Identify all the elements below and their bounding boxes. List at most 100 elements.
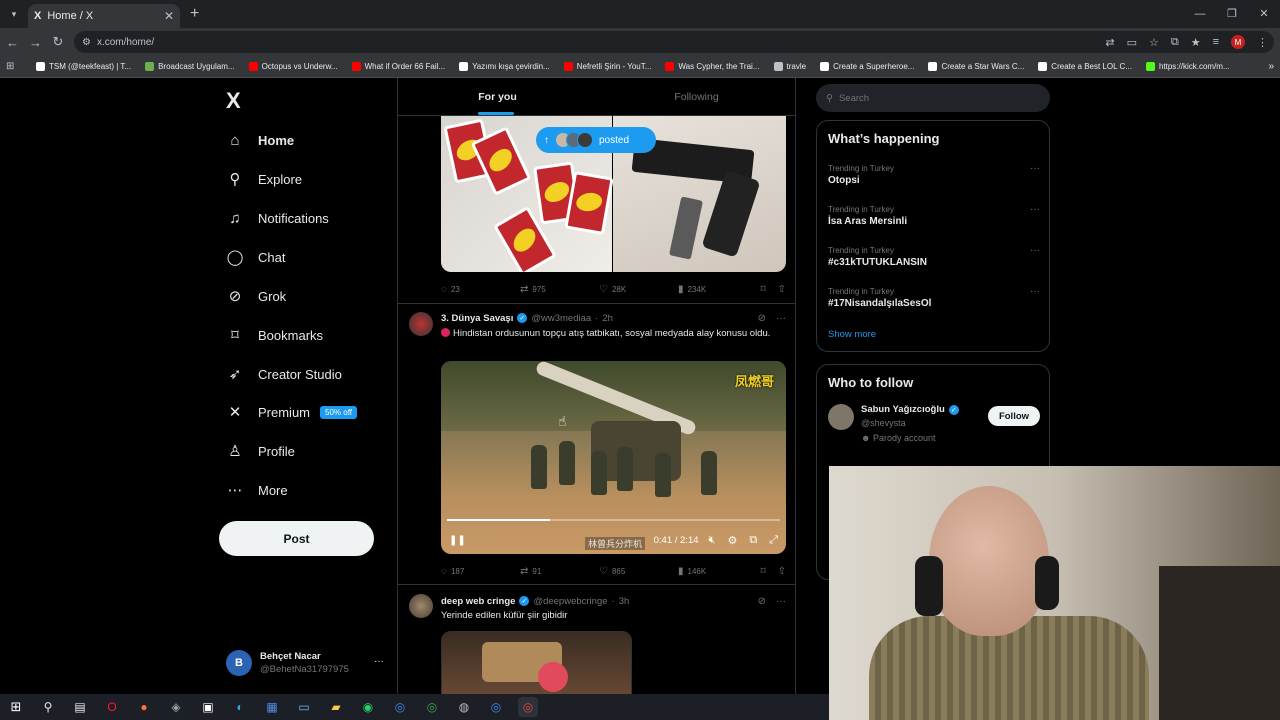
- restore-button[interactable]: ❐: [1216, 0, 1248, 28]
- share-icon[interactable]: ⇧: [778, 284, 786, 295]
- bookmark-star-icon[interactable]: ☆: [1149, 36, 1159, 49]
- browser-menu-icon[interactable]: ⋮: [1257, 36, 1268, 49]
- nav-item-notifications[interactable]: ♫ Notifications: [226, 206, 328, 230]
- fullscreen-icon[interactable]: ⤢: [769, 534, 778, 547]
- new-tab-button[interactable]: +: [190, 5, 199, 23]
- chrome-icon[interactable]: ◎: [422, 697, 442, 717]
- settings-icon[interactable]: ⚙: [727, 534, 737, 547]
- tab-for-you[interactable]: For you: [398, 78, 597, 115]
- favorites-icon[interactable]: ★: [1191, 36, 1201, 49]
- bookmark-item[interactable]: travle: [770, 62, 811, 71]
- grok-icon[interactable]: ⊘: [758, 596, 766, 607]
- grok-icon[interactable]: ⊘: [758, 313, 766, 324]
- repost-button[interactable]: ⇄ 975: [520, 284, 599, 295]
- edge-icon[interactable]: ◐: [230, 697, 250, 717]
- post-more-icon[interactable]: ···: [776, 596, 786, 607]
- post-time[interactable]: 3h: [619, 596, 630, 607]
- author-name[interactable]: 3. Dünya Savaşı: [441, 313, 513, 324]
- post-button[interactable]: Post: [219, 521, 374, 556]
- bookmark-item[interactable]: Create a Superheroe...: [816, 62, 918, 71]
- address-bar[interactable]: ⚙ x.com/home/ ⇄ ▭ ☆ ⧉ ★ ≡ M ⋮: [74, 31, 1274, 53]
- nav-item-explore[interactable]: ⚲ Explore: [226, 167, 303, 191]
- new-posts-pill[interactable]: ↑ posted: [536, 127, 656, 153]
- reload-button[interactable]: ↻: [52, 34, 64, 50]
- bookmarks-overflow-icon[interactable]: »: [1268, 61, 1274, 72]
- nav-item-bookmarks[interactable]: ⌑ Bookmarks: [226, 323, 323, 347]
- account-switcher[interactable]: B Behçet Nacar @BehetNa31797975 ···: [226, 646, 386, 680]
- store-icon[interactable]: ▣: [198, 697, 218, 717]
- author-name[interactable]: deep web cringe: [441, 596, 515, 607]
- tab-close-icon[interactable]: ✕: [164, 9, 174, 23]
- search-icon[interactable]: ⚲: [38, 697, 58, 717]
- app-icon[interactable]: ▦: [262, 697, 282, 717]
- trend-item[interactable]: Trending in Turkey #17NisandalşılaSesOl ··…: [828, 286, 1040, 311]
- video-player[interactable]: 凤燃哥 林曾兵分炸机 ❚❚ 0:41 / 2:14 🔇︎ ⚙ ⧉ ⤢ ☝: [441, 361, 786, 554]
- follow-button[interactable]: Follow: [988, 406, 1040, 426]
- window-close-button[interactable]: ✕: [1248, 0, 1280, 28]
- bookmark-item[interactable]: Broadcast Uygulam...: [141, 62, 238, 71]
- nav-item-premium[interactable]: ✕ Premium 50% off: [226, 400, 357, 424]
- forward-button[interactable]: →: [29, 35, 42, 50]
- minimize-button[interactable]: —: [1184, 0, 1216, 28]
- trend-more-icon[interactable]: ···: [1030, 204, 1040, 215]
- tab-following[interactable]: Following: [597, 78, 795, 115]
- suggestion-name[interactable]: Sabun Yağızcıoğlu: [861, 404, 945, 415]
- x-logo[interactable]: X: [226, 88, 241, 114]
- picture-in-picture-icon[interactable]: ⧉: [749, 534, 757, 547]
- cast-icon[interactable]: ▭: [1127, 36, 1137, 49]
- mute-icon[interactable]: 🔇︎: [709, 534, 716, 547]
- extensions-icon[interactable]: ⧉: [1171, 36, 1179, 49]
- app-icon[interactable]: ◍: [454, 697, 474, 717]
- trend-more-icon[interactable]: ···: [1030, 286, 1040, 297]
- bookmark-item[interactable]: https://kick.com/m...: [1142, 62, 1234, 71]
- trend-more-icon[interactable]: ···: [1030, 163, 1040, 174]
- trend-item[interactable]: Trending in Turkey #c31kTUTUKLANSIN ···: [828, 245, 1040, 270]
- bookmark-icon[interactable]: ⌑: [760, 284, 765, 295]
- bookmark-icon[interactable]: ⌑: [760, 566, 765, 577]
- bookmark-item[interactable]: Was Cypher, the Trai...: [661, 62, 763, 71]
- show-more-link[interactable]: Show more: [828, 329, 876, 340]
- bookmark-item[interactable]: Yazımı kışa çevirdin...: [455, 62, 554, 71]
- account-more-icon[interactable]: ···: [374, 656, 384, 667]
- site-info-icon[interactable]: ⚙: [82, 37, 91, 48]
- back-button[interactable]: ←: [6, 35, 19, 50]
- nav-item-grok[interactable]: ⊘ Grok: [226, 284, 286, 308]
- bookmark-item[interactable]: What if Order 66 Fail...: [348, 62, 449, 71]
- author-handle[interactable]: @deepwebcringe: [533, 596, 607, 607]
- app-icon[interactable]: ▭: [294, 697, 314, 717]
- trend-more-icon[interactable]: ···: [1030, 245, 1040, 256]
- bookmark-item[interactable]: Octopus vs Underw...: [245, 62, 342, 71]
- file-explorer-icon[interactable]: ▰: [326, 697, 346, 717]
- nav-item-creator-studio[interactable]: ➶ Creator Studio: [226, 362, 342, 386]
- bookmark-item[interactable]: TSM (@teekfeast) | T...: [32, 62, 135, 71]
- bookmark-item[interactable]: Create a Star Wars C...: [924, 62, 1028, 71]
- task-view-icon[interactable]: ▤: [70, 697, 90, 717]
- chrome-icon[interactable]: ◎: [486, 697, 506, 717]
- follow-suggestion[interactable]: Sabun Yağızcıoğlu ✓ @shevysta ☻ Parody ac…: [828, 404, 1040, 444]
- share-icon[interactable]: ⇧: [778, 566, 786, 577]
- nav-item-home[interactable]: ⌂ Home: [226, 128, 294, 152]
- trend-item[interactable]: Trending in Turkey Otopsi ···: [828, 163, 1040, 188]
- nav-item-more[interactable]: ⋯ More: [226, 478, 288, 502]
- reply-button[interactable]: ◌ 23: [441, 284, 520, 295]
- bookmark-item[interactable]: Nefretli Şirin - YouT...: [560, 62, 656, 71]
- author-handle[interactable]: @ww3mediaa: [531, 313, 591, 324]
- opera-icon[interactable]: O: [102, 697, 122, 717]
- trend-item[interactable]: Trending in Turkey İsa Aras Mersinli ···: [828, 204, 1040, 229]
- like-button[interactable]: ♡ 865: [599, 566, 678, 577]
- firefox-icon[interactable]: ●: [134, 697, 154, 717]
- media-control-icon[interactable]: ≡: [1213, 36, 1219, 48]
- avatar[interactable]: [409, 312, 433, 336]
- bookmark-item[interactable]: Create a Best LOL C...: [1034, 62, 1136, 71]
- profile-avatar[interactable]: M: [1231, 35, 1245, 49]
- apps-grid-icon[interactable]: ⊞: [6, 61, 26, 72]
- app-icon[interactable]: ◈: [166, 697, 186, 717]
- translate-icon[interactable]: ⇄: [1105, 36, 1114, 49]
- search-input[interactable]: ⚲ Search: [816, 84, 1050, 112]
- video-progress-bar[interactable]: [447, 519, 780, 521]
- tab-search-menu[interactable]: ▾: [0, 0, 28, 28]
- browser-tab-home[interactable]: X Home / X ✕: [28, 4, 180, 28]
- pause-icon[interactable]: ❚❚: [449, 535, 466, 546]
- windows-start-icon[interactable]: ⊞: [6, 697, 26, 717]
- repost-button[interactable]: ⇄ 91: [520, 566, 599, 577]
